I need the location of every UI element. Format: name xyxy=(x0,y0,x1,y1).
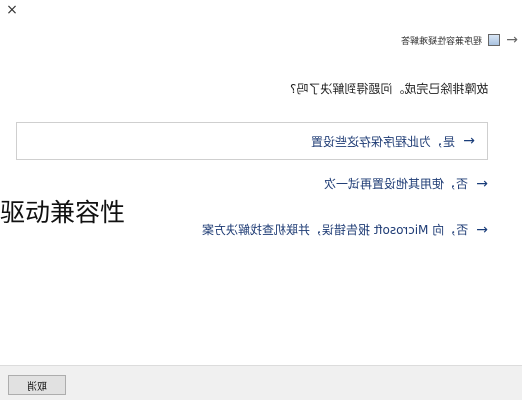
back-arrow-icon[interactable]: → xyxy=(506,33,518,47)
window-title: 程序兼容性疑难解答 xyxy=(401,36,483,47)
option-try-other-settings[interactable]: 否，使用其他设置再试一次 → xyxy=(324,175,488,192)
option-label: 否，使用其他设置再试一次 xyxy=(324,177,469,191)
option-report-to-microsoft[interactable]: 否，向 Microsoft 报告错误，并联机查找解决方案 → xyxy=(202,221,488,238)
overlay-caption: 驱动兼容性 xyxy=(0,198,126,227)
cancel-label: 取消 xyxy=(27,381,47,393)
arrow-right-icon: → xyxy=(476,221,488,238)
troubleshooter-window: × 程序兼容性疑难解答 → 故障排除已完成。问题得到解决了吗? 是，为此程序保存… xyxy=(0,0,522,400)
option-label: 是，为此程序保存这些设置 xyxy=(311,134,456,149)
option-save-settings[interactable]: 是，为此程序保存这些设置 → xyxy=(16,122,488,160)
title-bar: 程序兼容性疑难解答 → xyxy=(401,32,518,48)
completion-question: 故障排除已完成。问题得到解决了吗? xyxy=(289,82,488,96)
option-label: 否，向 Microsoft 报告错误，并联机查找解决方案 xyxy=(202,223,469,237)
close-icon[interactable]: × xyxy=(4,2,20,18)
arrow-right-icon: → xyxy=(463,133,475,149)
cancel-button[interactable]: 取消 xyxy=(8,375,66,395)
arrow-right-icon: → xyxy=(476,175,488,192)
app-icon xyxy=(488,34,501,46)
footer-bar: 取消 xyxy=(0,365,522,400)
